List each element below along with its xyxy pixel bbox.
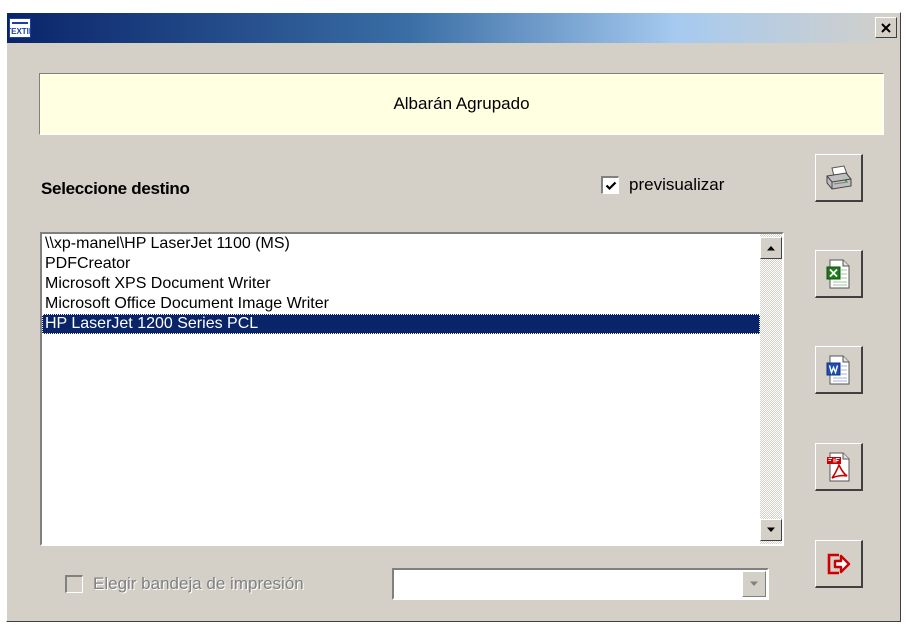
tray-select: [392, 568, 769, 600]
export-word-button[interactable]: [815, 346, 863, 394]
preview-checkbox-control[interactable]: previsualizar: [601, 175, 724, 195]
print-dialog-window: TEXTIL Albarán Agrupado Seleccione desti…: [6, 12, 901, 622]
printer-list[interactable]: \\xp-manel\HP LaserJet 1100 (MS) PDFCrea…: [40, 232, 784, 546]
scroll-up-button[interactable]: [760, 237, 782, 259]
printer-item[interactable]: Microsoft XPS Document Writer: [42, 274, 760, 294]
app-logo-icon: TEXTIL: [9, 18, 31, 38]
preview-label: previsualizar: [629, 175, 725, 194]
checkmark-icon: [605, 181, 616, 190]
printer-list-scrollbar[interactable]: [760, 234, 782, 544]
tray-checkbox: [65, 575, 83, 593]
print-button[interactable]: [815, 154, 863, 202]
printer-icon: [826, 164, 851, 190]
tray-label: Elegir bandeja de impresión: [93, 574, 304, 593]
tray-select-dropdown-button: [742, 571, 766, 597]
title-bar[interactable]: TEXTIL: [7, 13, 900, 43]
scroll-down-button[interactable]: [760, 519, 782, 541]
exit-button[interactable]: [815, 540, 863, 588]
word-icon: [826, 355, 849, 384]
close-button[interactable]: [875, 17, 897, 38]
printer-item[interactable]: \\xp-manel\HP LaserJet 1100 (MS): [42, 234, 760, 254]
printer-item[interactable]: Microsoft Office Document Image Writer: [42, 294, 760, 314]
arrow-up-icon: [767, 246, 775, 251]
arrow-down-icon: [767, 527, 775, 532]
export-excel-button[interactable]: [815, 250, 863, 298]
svg-text:TEXTIL: TEXTIL: [10, 27, 30, 36]
document-type-banner: Albarán Agrupado: [39, 73, 884, 135]
close-icon: [881, 22, 891, 33]
export-pdf-button[interactable]: [815, 443, 863, 491]
tray-checkbox-control: Elegir bandeja de impresión: [65, 574, 304, 594]
excel-icon: [826, 259, 849, 288]
pdf-icon: [826, 452, 849, 481]
printer-item-selected[interactable]: HP LaserJet 1200 Series PCL: [42, 314, 760, 334]
printer-item[interactable]: PDFCreator: [42, 254, 760, 274]
exit-icon: [827, 553, 850, 574]
chevron-down-icon: [750, 581, 758, 586]
preview-checkbox[interactable]: [601, 176, 619, 194]
destination-label: Seleccione destino: [41, 179, 190, 198]
document-type-title: Albarán Agrupado: [393, 94, 530, 113]
